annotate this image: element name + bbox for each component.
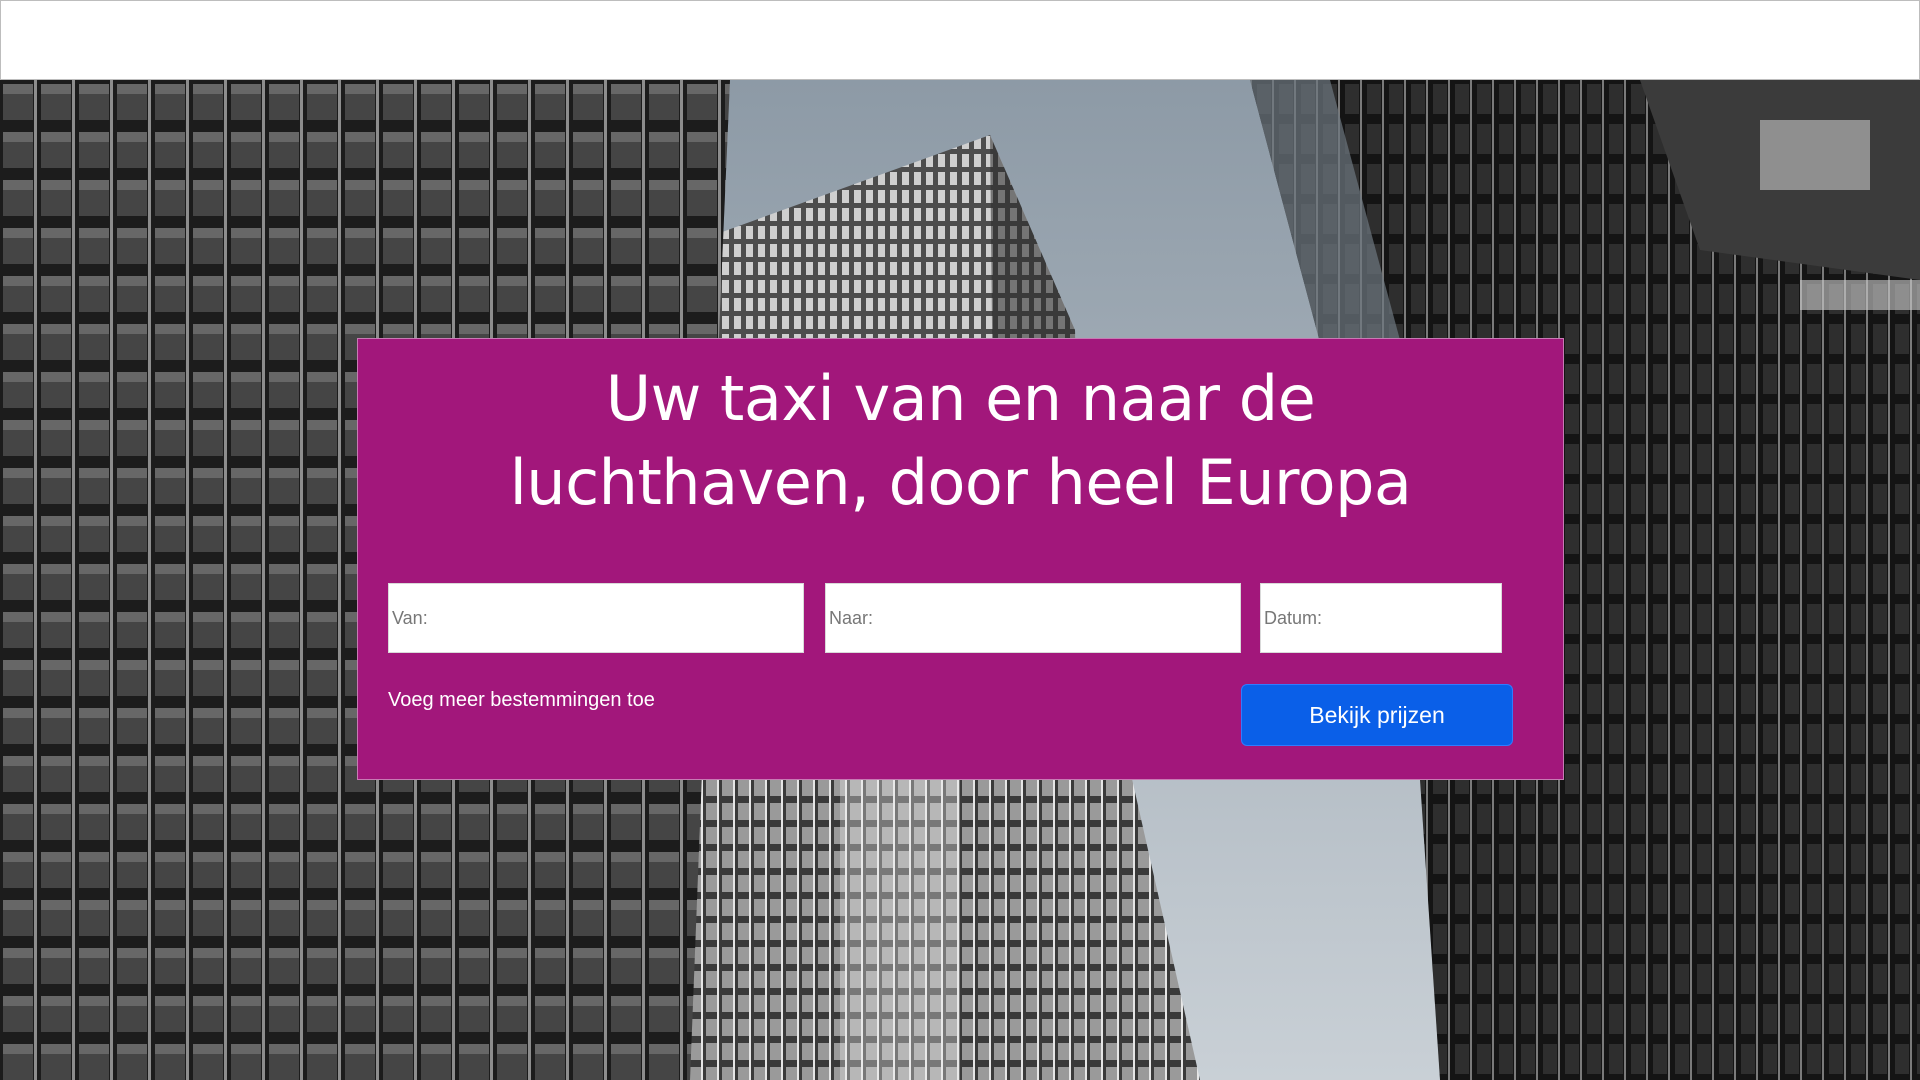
page: Uw taxi van en naar de luchthaven, door … — [0, 0, 1920, 1080]
hero-headline: Uw taxi van en naar de luchthaven, door … — [358, 357, 1563, 525]
top-navigation-bar — [0, 0, 1920, 80]
view-prices-button[interactable]: Bekijk prijzen — [1241, 684, 1513, 746]
booking-panel: Uw taxi van en naar de luchthaven, door … — [357, 338, 1564, 780]
date-field[interactable] — [1260, 583, 1502, 653]
from-field[interactable] — [388, 583, 804, 653]
add-destinations-link[interactable]: Voeg meer bestemmingen toe — [388, 689, 655, 712]
to-field[interactable] — [825, 583, 1241, 653]
headline-line-2: luchthaven, door heel Europa — [509, 446, 1412, 519]
headline-line-1: Uw taxi van en naar de — [605, 362, 1316, 435]
